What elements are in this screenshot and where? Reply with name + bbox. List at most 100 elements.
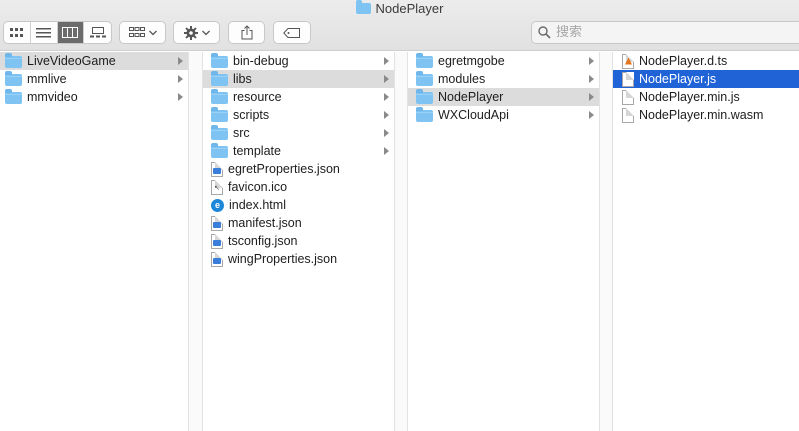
disclosure-arrow-icon xyxy=(589,93,594,101)
folder-row[interactable]: bin-debug xyxy=(203,52,394,70)
json-file-icon xyxy=(211,215,223,231)
file-row[interactable]: manifest.json xyxy=(203,214,394,232)
folder-icon xyxy=(211,107,228,122)
disclosure-arrow-icon xyxy=(384,57,389,65)
gallery-view-button[interactable] xyxy=(84,22,111,43)
item-label: favicon.ico xyxy=(228,180,288,194)
search-field[interactable] xyxy=(531,21,799,44)
image-file-icon: ↖ xyxy=(211,179,223,195)
document-icon xyxy=(622,107,634,123)
tags-button[interactable] xyxy=(273,21,311,44)
disclosure-arrow-icon xyxy=(384,147,389,155)
share-icon xyxy=(241,25,252,40)
folder-icon xyxy=(211,71,228,86)
icon-view-button[interactable] xyxy=(4,22,31,43)
chevron-down-icon xyxy=(148,30,157,35)
item-label: bin-debug xyxy=(233,54,289,68)
folder-icon xyxy=(5,53,22,68)
item-label: src xyxy=(233,126,250,140)
folder-row[interactable]: modules xyxy=(408,70,599,88)
disclosure-arrow-icon xyxy=(384,111,389,119)
item-label: tsconfig.json xyxy=(228,234,298,248)
folder-row[interactable]: mmvideo xyxy=(0,88,188,106)
disclosure-arrow-icon xyxy=(589,57,594,65)
folder-row[interactable]: resource xyxy=(203,88,394,106)
folder-row[interactable]: mmlive xyxy=(0,70,188,88)
column-view-button[interactable] xyxy=(57,22,85,43)
item-label: NodePlayer.js xyxy=(639,72,717,86)
disclosure-arrow-icon xyxy=(178,93,183,101)
window-title: NodePlayer xyxy=(0,0,799,17)
list-view-button[interactable] xyxy=(31,22,58,43)
folder-row[interactable]: egretmgobe xyxy=(408,52,599,70)
item-label: mmlive xyxy=(27,72,67,86)
gallery-icon xyxy=(89,27,106,38)
column-1-scroll-gutter xyxy=(189,52,203,431)
folder-row[interactable]: scripts xyxy=(203,106,394,124)
folder-icon xyxy=(416,89,433,104)
file-row[interactable]: ↖ favicon.ico xyxy=(203,178,394,196)
disclosure-arrow-icon xyxy=(589,111,594,119)
folder-icon xyxy=(5,71,22,86)
file-row[interactable]: e index.html xyxy=(203,196,394,214)
folder-icon xyxy=(416,71,433,86)
file-row[interactable]: NodePlayer.d.ts xyxy=(613,52,799,70)
document-icon xyxy=(622,71,634,87)
search-icon xyxy=(538,26,551,39)
file-row[interactable]: tsconfig.json xyxy=(203,232,394,250)
column-browser: LiveVideoGame mmlive mmvideo bin-debug libs… xyxy=(0,52,799,431)
grid-icon xyxy=(9,27,23,37)
disclosure-arrow-icon xyxy=(178,75,183,83)
item-label: NodePlayer.min.js xyxy=(639,90,740,104)
list-icon xyxy=(36,27,52,37)
folder-icon xyxy=(211,53,228,68)
file-row[interactable]: NodePlayer.js xyxy=(613,70,799,88)
typescript-file-icon xyxy=(622,53,634,69)
action-menu-button[interactable] xyxy=(173,21,220,44)
disclosure-arrow-icon xyxy=(384,93,389,101)
item-label: modules xyxy=(438,72,486,86)
json-file-icon xyxy=(211,161,223,177)
file-row[interactable]: egretProperties.json xyxy=(203,160,394,178)
folder-row[interactable]: libs xyxy=(203,70,394,88)
folder-icon xyxy=(211,143,228,158)
column-1: LiveVideoGame mmlive mmvideo xyxy=(0,52,189,431)
json-file-icon xyxy=(211,251,223,267)
item-label: egretmgobe xyxy=(438,54,505,68)
folder-row[interactable]: src xyxy=(203,124,394,142)
item-label: libs xyxy=(233,72,252,86)
file-row[interactable]: wingProperties.json xyxy=(203,250,394,268)
share-button[interactable] xyxy=(228,21,265,44)
folder-row[interactable]: template xyxy=(203,142,394,160)
folder-row[interactable]: NodePlayer xyxy=(408,88,599,106)
toolbar: NodePlayer xyxy=(0,0,799,51)
columns-icon xyxy=(62,27,79,38)
folder-icon xyxy=(211,89,228,104)
item-label: manifest.json xyxy=(228,216,302,230)
item-label: egretProperties.json xyxy=(228,162,340,176)
item-label: scripts xyxy=(233,108,270,122)
chevron-down-icon xyxy=(201,30,210,35)
group-by-button[interactable] xyxy=(119,21,166,44)
tag-icon xyxy=(283,27,300,38)
disclosure-arrow-icon xyxy=(384,129,389,137)
gear-icon xyxy=(183,25,198,40)
item-label: resource xyxy=(233,90,282,104)
column-2: bin-debug libs resource scripts src template e… xyxy=(203,52,395,431)
folder-row[interactable]: LiveVideoGame xyxy=(0,52,188,70)
folder-icon xyxy=(416,107,433,122)
item-label: WXCloudApi xyxy=(438,108,509,122)
item-label: index.html xyxy=(229,198,286,212)
disclosure-arrow-icon xyxy=(384,75,389,83)
item-label: LiveVideoGame xyxy=(27,54,116,68)
disclosure-arrow-icon xyxy=(589,75,594,83)
file-row[interactable]: NodePlayer.min.wasm xyxy=(613,106,799,124)
file-row[interactable]: NodePlayer.min.js xyxy=(613,88,799,106)
folder-row[interactable]: WXCloudApi xyxy=(408,106,599,124)
search-input[interactable] xyxy=(556,25,776,40)
column-4: NodePlayer.d.ts NodePlayer.js NodePlayer.m… xyxy=(613,52,799,431)
view-mode-group xyxy=(3,21,112,44)
disclosure-arrow-icon xyxy=(178,57,183,65)
folder-icon xyxy=(211,125,228,140)
item-label: NodePlayer xyxy=(438,90,504,104)
